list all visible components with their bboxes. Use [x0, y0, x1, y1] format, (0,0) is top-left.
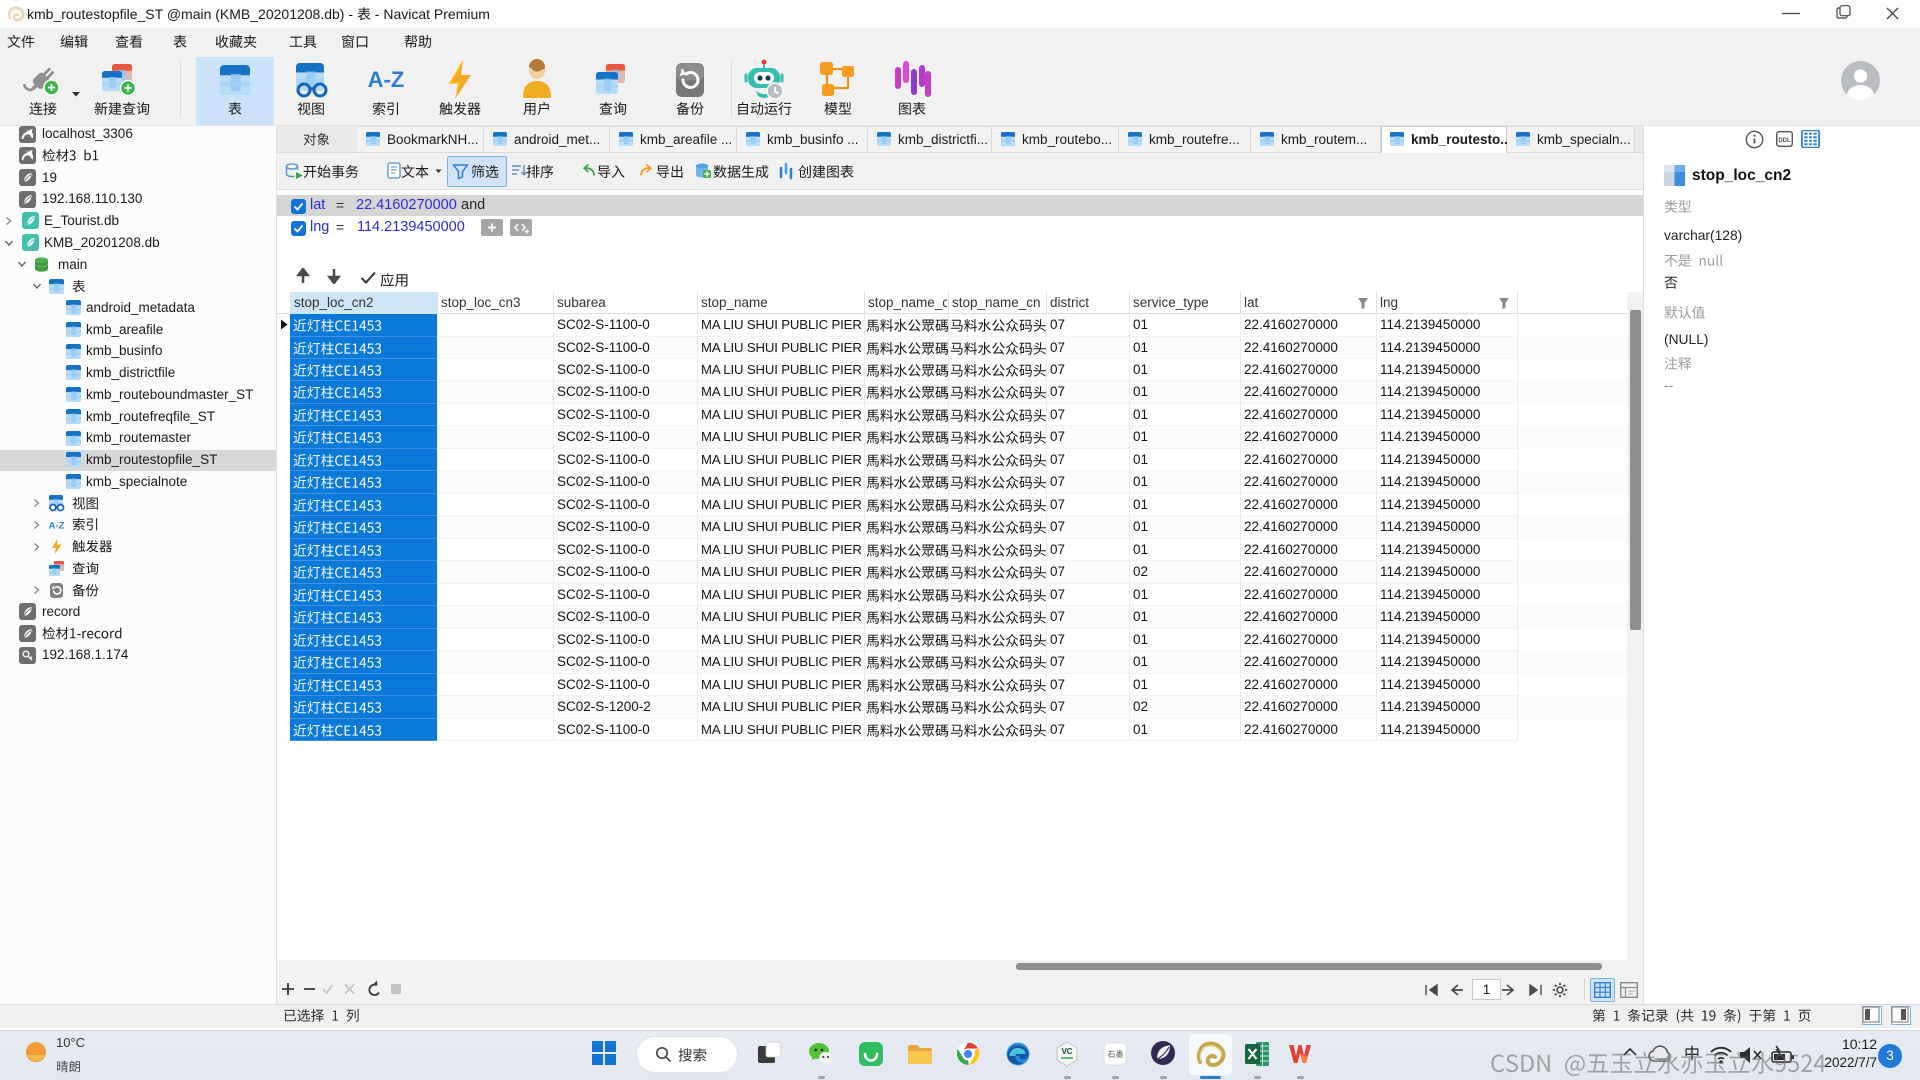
- svg-text:DDL: DDL: [1778, 138, 1791, 144]
- svg-text:A-Z: A-Z: [49, 521, 65, 532]
- svg-text:A-Z: A-Z: [368, 67, 405, 92]
- svg-text:VC: VC: [1061, 1047, 1072, 1056]
